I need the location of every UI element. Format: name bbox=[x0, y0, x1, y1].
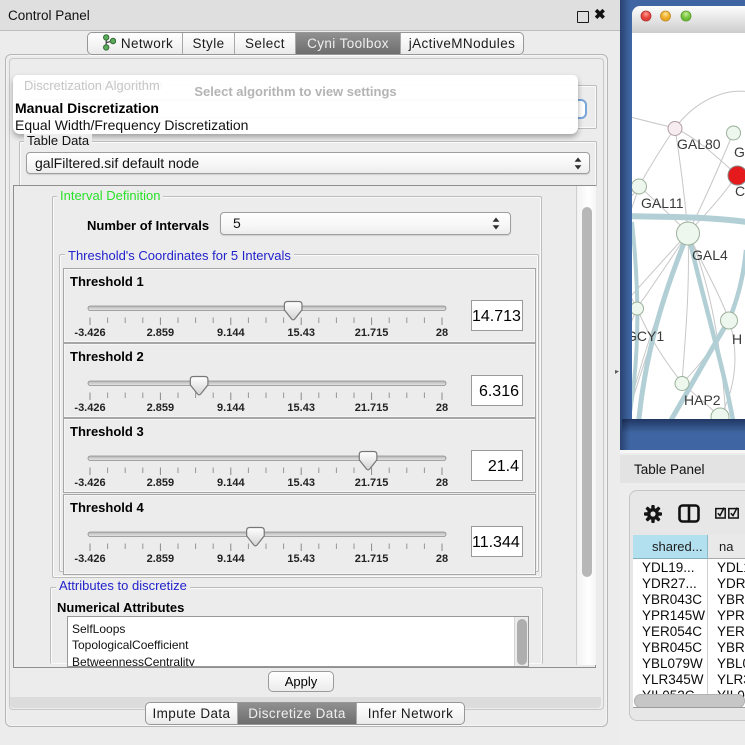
svg-text:28: 28 bbox=[436, 402, 448, 414]
svg-text:2.859: 2.859 bbox=[147, 553, 175, 565]
svg-text:C: C bbox=[735, 183, 745, 199]
svg-text:21.715: 21.715 bbox=[355, 477, 389, 489]
svg-text:15.43: 15.43 bbox=[287, 553, 315, 565]
svg-text:15.43: 15.43 bbox=[287, 477, 315, 489]
svg-text:21.715: 21.715 bbox=[355, 327, 389, 339]
svg-text:15.43: 15.43 bbox=[287, 327, 315, 339]
svg-text:9.144: 9.144 bbox=[217, 327, 245, 339]
svg-text:28: 28 bbox=[436, 553, 448, 565]
svg-text:H: H bbox=[732, 331, 742, 347]
svg-text:GAL80: GAL80 bbox=[677, 136, 721, 152]
svg-text:GCY1: GCY1 bbox=[632, 328, 664, 344]
svg-text:21.715: 21.715 bbox=[355, 553, 389, 565]
svg-text:2.859: 2.859 bbox=[147, 327, 175, 339]
svg-text:-3.426: -3.426 bbox=[74, 477, 105, 489]
svg-text:15.43: 15.43 bbox=[287, 402, 315, 414]
svg-text:-3.426: -3.426 bbox=[74, 327, 105, 339]
svg-text:28: 28 bbox=[436, 327, 448, 339]
svg-text:-3.426: -3.426 bbox=[74, 402, 105, 414]
svg-text:9.144: 9.144 bbox=[217, 402, 245, 414]
svg-text:GAL11: GAL11 bbox=[641, 195, 684, 211]
svg-text:2.859: 2.859 bbox=[147, 402, 175, 414]
svg-text:GA: GA bbox=[734, 144, 745, 160]
svg-text:2.859: 2.859 bbox=[147, 477, 175, 489]
svg-text:-3.426: -3.426 bbox=[74, 553, 105, 565]
svg-text:21.715: 21.715 bbox=[355, 402, 389, 414]
svg-text:HAP2: HAP2 bbox=[684, 392, 721, 408]
svg-text:9.144: 9.144 bbox=[217, 477, 245, 489]
svg-text:28: 28 bbox=[436, 477, 448, 489]
svg-text:9.144: 9.144 bbox=[217, 553, 245, 565]
svg-text:GAL4: GAL4 bbox=[692, 247, 728, 263]
